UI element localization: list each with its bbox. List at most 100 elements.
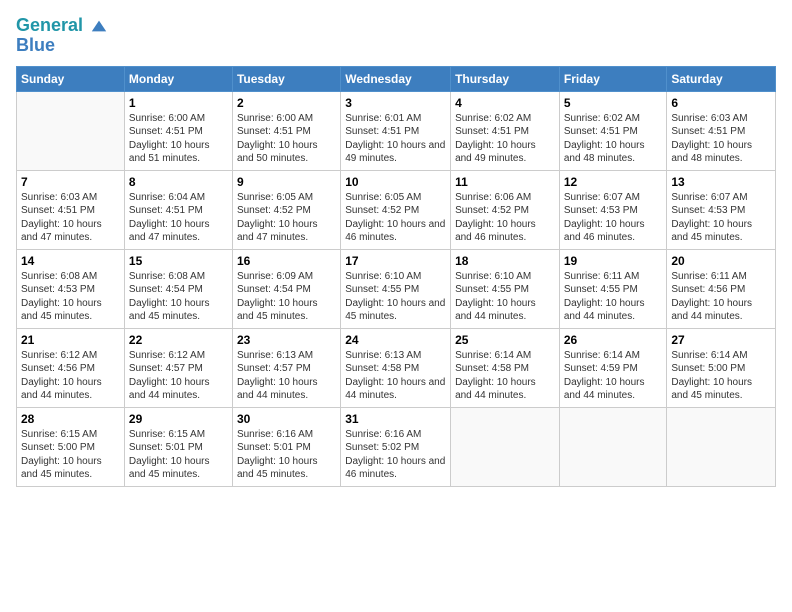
calendar-cell: 4 Sunrise: 6:02 AMSunset: 4:51 PMDaylight… [451,91,560,170]
day-number: 30 [237,412,336,426]
calendar-cell: 30Sunrise: 6:16 AMSunset: 5:01 PMDayligh… [232,407,340,486]
calendar-cell: 14 Sunrise: 6:08 AMSunset: 4:53 PMDayligh… [17,249,125,328]
calendar-cell: 20Sunrise: 6:11 AMSunset: 4:56 PMDayligh… [667,249,776,328]
day-info: Sunrise: 6:05 AMSunset: 4:52 PMDaylight:… [237,191,336,245]
day-number: 5 [564,96,663,110]
calendar-day-header: Friday [559,66,667,91]
calendar-cell [451,407,560,486]
calendar-day-header: Thursday [451,66,560,91]
day-number: 16 [237,254,336,268]
day-number: 20 [671,254,771,268]
day-info: Sunrise: 6:16 AMSunset: 5:02 PMDaylight:… [345,428,446,482]
day-info: Sunrise: 6:10 AMSunset: 4:55 PMDaylight:… [345,270,446,324]
calendar-week-row: 14 Sunrise: 6:08 AMSunset: 4:53 PMDayligh… [17,249,776,328]
day-number: 21 [21,333,120,347]
day-info: Sunrise: 6:02 AMSunset: 4:51 PMDaylight:… [564,112,663,166]
calendar-cell: 9 Sunrise: 6:05 AMSunset: 4:52 PMDaylight… [232,170,340,249]
day-info: Sunrise: 6:08 AMSunset: 4:54 PMDaylight:… [129,270,228,324]
day-number: 13 [671,175,771,189]
day-number: 14 [21,254,120,268]
logo: General Blue [16,16,108,56]
day-info: Sunrise: 6:13 AMSunset: 4:57 PMDaylight:… [237,349,336,403]
day-number: 24 [345,333,446,347]
day-number: 31 [345,412,446,426]
calendar-cell: 8Sunrise: 6:04 AMSunset: 4:51 PMDaylight… [124,170,232,249]
calendar-cell: 15 Sunrise: 6:08 AMSunset: 4:54 PMDayligh… [124,249,232,328]
day-number: 17 [345,254,446,268]
day-info: Sunrise: 6:07 AMSunset: 4:53 PMDaylight:… [564,191,663,245]
calendar-cell: 27Sunrise: 6:14 AMSunset: 5:00 PMDayligh… [667,328,776,407]
calendar-cell: 25 Sunrise: 6:14 AMSunset: 4:58 PMDayligh… [451,328,560,407]
day-number: 2 [237,96,336,110]
calendar-week-row: 1 Sunrise: 6:00 AMSunset: 4:51 PMDaylight… [17,91,776,170]
day-info: Sunrise: 6:00 AMSunset: 4:51 PMDaylight:… [237,112,336,166]
day-number: 18 [455,254,555,268]
calendar-week-row: 21Sunrise: 6:12 AMSunset: 4:56 PMDayligh… [17,328,776,407]
day-number: 29 [129,412,228,426]
calendar-cell: 28Sunrise: 6:15 AMSunset: 5:00 PMDayligh… [17,407,125,486]
calendar-cell: 31 Sunrise: 6:16 AMSunset: 5:02 PMDayligh… [341,407,451,486]
calendar-cell: 1 Sunrise: 6:00 AMSunset: 4:51 PMDaylight… [124,91,232,170]
day-info: Sunrise: 6:01 AMSunset: 4:51 PMDaylight:… [345,112,446,166]
day-number: 22 [129,333,228,347]
day-number: 4 [455,96,555,110]
day-info: Sunrise: 6:03 AMSunset: 4:51 PMDaylight:… [671,112,771,166]
day-info: Sunrise: 6:14 AMSunset: 4:59 PMDaylight:… [564,349,663,403]
calendar-cell: 11Sunrise: 6:06 AMSunset: 4:52 PMDayligh… [451,170,560,249]
calendar-cell: 6 Sunrise: 6:03 AMSunset: 4:51 PMDaylight… [667,91,776,170]
day-info: Sunrise: 6:12 AMSunset: 4:57 PMDaylight:… [129,349,228,403]
calendar-cell: 23 Sunrise: 6:13 AMSunset: 4:57 PMDayligh… [232,328,340,407]
day-number: 10 [345,175,446,189]
calendar-cell: 22 Sunrise: 6:12 AMSunset: 4:57 PMDayligh… [124,328,232,407]
calendar-week-row: 7Sunrise: 6:03 AMSunset: 4:51 PMDaylight… [17,170,776,249]
day-info: Sunrise: 6:10 AMSunset: 4:55 PMDaylight:… [455,270,555,324]
day-number: 28 [21,412,120,426]
calendar-day-header: Wednesday [341,66,451,91]
day-info: Sunrise: 6:13 AMSunset: 4:58 PMDaylight:… [345,349,446,403]
day-info: Sunrise: 6:14 AMSunset: 4:58 PMDaylight:… [455,349,555,403]
day-number: 9 [237,175,336,189]
day-number: 25 [455,333,555,347]
day-number: 23 [237,333,336,347]
day-info: Sunrise: 6:09 AMSunset: 4:54 PMDaylight:… [237,270,336,324]
calendar-cell: 10 Sunrise: 6:05 AMSunset: 4:52 PMDayligh… [341,170,451,249]
calendar-day-header: Saturday [667,66,776,91]
calendar-cell [17,91,125,170]
calendar-cell: 21Sunrise: 6:12 AMSunset: 4:56 PMDayligh… [17,328,125,407]
calendar-cell: 5 Sunrise: 6:02 AMSunset: 4:51 PMDaylight… [559,91,667,170]
day-info: Sunrise: 6:06 AMSunset: 4:52 PMDaylight:… [455,191,555,245]
day-info: Sunrise: 6:14 AMSunset: 5:00 PMDaylight:… [671,349,771,403]
day-number: 8 [129,175,228,189]
day-info: Sunrise: 6:08 AMSunset: 4:53 PMDaylight:… [21,270,120,324]
logo-blue: Blue [16,36,108,56]
calendar-cell [559,407,667,486]
day-number: 19 [564,254,663,268]
day-info: Sunrise: 6:07 AMSunset: 4:53 PMDaylight:… [671,191,771,245]
calendar-week-row: 28Sunrise: 6:15 AMSunset: 5:00 PMDayligh… [17,407,776,486]
calendar-day-header: Tuesday [232,66,340,91]
day-info: Sunrise: 6:02 AMSunset: 4:51 PMDaylight:… [455,112,555,166]
day-number: 26 [564,333,663,347]
calendar-cell: 3Sunrise: 6:01 AMSunset: 4:51 PMDaylight… [341,91,451,170]
calendar-cell: 24 Sunrise: 6:13 AMSunset: 4:58 PMDayligh… [341,328,451,407]
calendar-header-row: SundayMondayTuesdayWednesdayThursdayFrid… [17,66,776,91]
calendar-table: SundayMondayTuesdayWednesdayThursdayFrid… [16,66,776,487]
calendar-cell: 29 Sunrise: 6:15 AMSunset: 5:01 PMDayligh… [124,407,232,486]
logo-text: General [16,16,108,36]
day-number: 15 [129,254,228,268]
calendar-cell: 2 Sunrise: 6:00 AMSunset: 4:51 PMDaylight… [232,91,340,170]
calendar-day-header: Monday [124,66,232,91]
calendar-cell: 17 Sunrise: 6:10 AMSunset: 4:55 PMDayligh… [341,249,451,328]
calendar-cell: 19 Sunrise: 6:11 AMSunset: 4:55 PMDayligh… [559,249,667,328]
day-info: Sunrise: 6:00 AMSunset: 4:51 PMDaylight:… [129,112,228,166]
day-info: Sunrise: 6:05 AMSunset: 4:52 PMDaylight:… [345,191,446,245]
calendar-day-header: Sunday [17,66,125,91]
day-number: 12 [564,175,663,189]
calendar-cell: 12 Sunrise: 6:07 AMSunset: 4:53 PMDayligh… [559,170,667,249]
day-number: 6 [671,96,771,110]
day-number: 1 [129,96,228,110]
calendar-cell: 18 Sunrise: 6:10 AMSunset: 4:55 PMDayligh… [451,249,560,328]
day-info: Sunrise: 6:15 AMSunset: 5:01 PMDaylight:… [129,428,228,482]
day-info: Sunrise: 6:11 AMSunset: 4:55 PMDaylight:… [564,270,663,324]
day-info: Sunrise: 6:03 AMSunset: 4:51 PMDaylight:… [21,191,120,245]
